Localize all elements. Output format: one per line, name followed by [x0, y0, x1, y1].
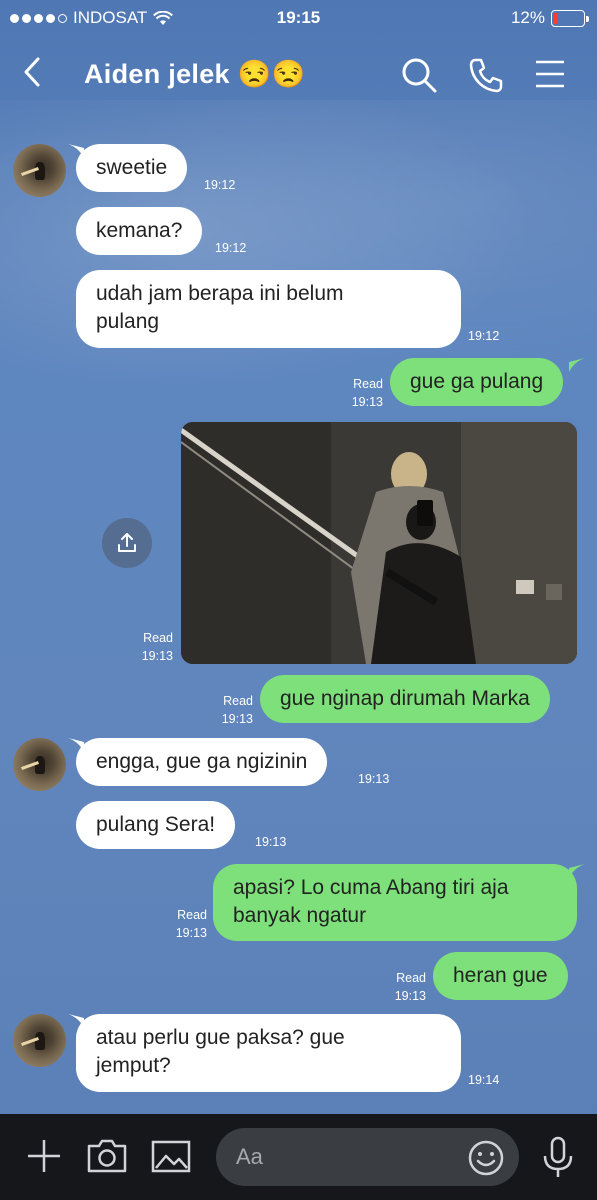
read-receipt: Read 19:13 — [383, 969, 426, 1005]
battery-percent: 12% — [510, 8, 545, 27]
clock: 19:15 — [276, 8, 321, 27]
read-receipt: Read 19:13 — [164, 906, 207, 942]
back-button[interactable] — [22, 56, 42, 94]
battery-icon — [551, 9, 589, 27]
plus-button[interactable] — [24, 1136, 64, 1181]
incoming-message[interactable]: atau perlu gue paksa? gue jemput? — [76, 1014, 461, 1092]
image-icon — [151, 1140, 191, 1173]
message-input[interactable] — [236, 1142, 456, 1172]
read-label: Read — [396, 971, 426, 985]
bubble-tail — [569, 358, 585, 372]
microphone-icon — [543, 1136, 573, 1177]
bubble-tail — [569, 864, 585, 878]
read-label: Read — [143, 631, 173, 645]
search-icon — [402, 58, 437, 93]
message-time: 19:13 — [141, 649, 173, 663]
emoji-button[interactable] — [467, 1139, 505, 1182]
chat-title[interactable]: Aiden jelek 😒😒 — [84, 58, 306, 90]
outgoing-message[interactable]: apasi? Lo cuma Abang tiri aja banyak nga… — [213, 864, 577, 941]
message-time: 19:13 — [351, 395, 383, 409]
message-time: 19:13 — [175, 926, 207, 940]
gallery-button[interactable] — [150, 1136, 192, 1181]
read-label: Read — [353, 377, 383, 391]
plus-icon — [28, 1140, 60, 1172]
incoming-message[interactable]: engga, gue ga ngizinin — [76, 738, 328, 786]
photo-content — [181, 422, 577, 664]
message-time: 19:13 — [394, 989, 426, 1003]
read-receipt: Read 19:13 — [130, 629, 173, 665]
message-time: 19:12 — [468, 329, 500, 343]
message-time: 19:13 — [221, 712, 253, 726]
incoming-message[interactable]: udah jam berapa ini belum pulang — [76, 270, 461, 348]
contact-avatar[interactable] — [13, 738, 66, 791]
read-label: Read — [223, 694, 253, 708]
message-time: 19:12 — [204, 178, 236, 192]
message-time: 19:13 — [358, 772, 390, 786]
read-receipt: Read 19:13 — [340, 375, 383, 411]
incoming-message[interactable]: sweetie — [76, 144, 188, 192]
battery-status: 12% — [510, 8, 589, 28]
outgoing-message[interactable]: gue ga pulang — [390, 358, 564, 406]
contact-avatar[interactable] — [13, 1014, 66, 1067]
message-time: 19:12 — [215, 241, 247, 255]
read-receipt: Read 19:13 — [210, 692, 253, 728]
phone-icon — [469, 58, 503, 93]
search-button[interactable] — [400, 56, 438, 94]
call-button[interactable] — [467, 56, 505, 94]
share-upload-icon — [118, 533, 136, 552]
outgoing-message[interactable]: gue nginap dirumah Marka — [260, 675, 550, 723]
back-chevron-icon — [24, 57, 40, 87]
incoming-message[interactable]: pulang Sera! — [76, 801, 236, 849]
camera-icon — [87, 1139, 127, 1173]
outgoing-message[interactable]: heran gue — [433, 952, 568, 1000]
message-time: 19:13 — [255, 835, 287, 849]
read-label: Read — [177, 908, 207, 922]
incoming-message[interactable]: kemana? — [76, 207, 203, 255]
message-time: 19:14 — [468, 1073, 500, 1087]
voice-button[interactable] — [541, 1136, 575, 1185]
menu-icon — [536, 60, 564, 88]
share-button[interactable] — [102, 518, 152, 568]
message-input-container[interactable] — [216, 1128, 519, 1186]
emoji-icon — [468, 1140, 504, 1176]
composer-bar — [0, 1114, 597, 1200]
menu-button[interactable] — [533, 56, 567, 92]
camera-button[interactable] — [86, 1136, 128, 1181]
chat-header: Aiden jelek 😒😒 — [0, 40, 597, 110]
status-bar: INDOSAT 19:15 12% — [0, 0, 597, 36]
photo-message[interactable] — [181, 422, 577, 664]
contact-avatar[interactable] — [13, 144, 66, 197]
